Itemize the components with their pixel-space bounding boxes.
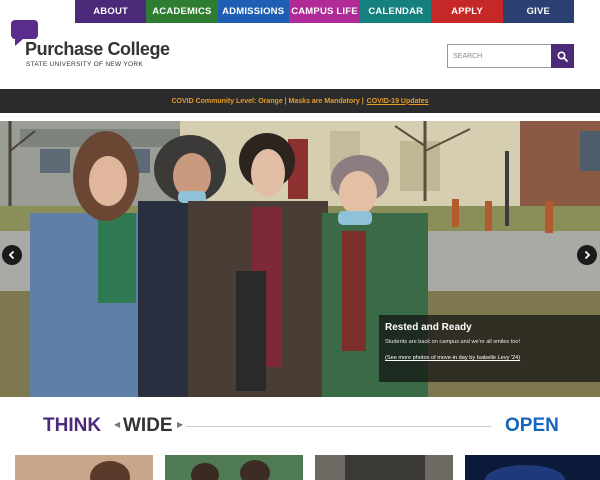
nav-campus-life[interactable]: CAMPUS LIFE xyxy=(288,0,361,23)
nav-apply[interactable]: APPLY xyxy=(431,0,503,23)
search-box xyxy=(447,44,574,68)
college-name: Purchase College xyxy=(25,39,170,59)
search-input[interactable] xyxy=(447,44,551,68)
nav-calendar[interactable]: CALENDAR xyxy=(360,0,432,23)
slide-caption-text: Students are back on campus and we're al… xyxy=(385,339,521,345)
slide-caption: Rested and Ready Students are back on ca… xyxy=(379,315,600,382)
tagline-left-arrow-icon: ◀ xyxy=(114,420,121,429)
chevron-left-icon xyxy=(8,250,15,260)
slideshow-prev-button[interactable] xyxy=(2,245,22,265)
search-button[interactable] xyxy=(551,44,574,68)
covid-alert-bar: COVID Community Level: Orange | Masks ar… xyxy=(0,89,600,113)
tagline-right-arrow-icon: ▶ xyxy=(177,420,184,429)
feature-thumbnail[interactable] xyxy=(15,455,153,480)
thumbnail-photo xyxy=(191,460,270,480)
tagline-wide: WIDE xyxy=(123,415,173,436)
college-logo[interactable]: Purchase College STATE UNIVERSITY OF NEW… xyxy=(11,20,181,72)
feature-thumbnail[interactable] xyxy=(465,455,600,480)
search-icon xyxy=(557,50,568,62)
thumbnail-photo xyxy=(485,465,565,480)
thumbnail-photo xyxy=(345,455,425,480)
chevron-right-icon xyxy=(584,250,591,260)
feature-thumbnails xyxy=(0,455,600,480)
slide-caption-title: Rested and Ready xyxy=(385,322,472,333)
think-wide-open-tagline: THINK ◀ WIDE ▶ OPEN xyxy=(0,412,600,440)
feature-thumbnail[interactable] xyxy=(315,455,453,480)
nav-admissions[interactable]: ADMISSIONS xyxy=(217,0,289,23)
tagline-open: OPEN xyxy=(505,415,559,436)
slideshow-next-button[interactable] xyxy=(577,245,597,265)
nav-give[interactable]: GIVE xyxy=(502,0,574,23)
college-subtitle: STATE UNIVERSITY OF NEW YORK xyxy=(26,61,143,68)
covid-alert-text: COVID Community Level: Orange | Masks ar… xyxy=(171,97,364,105)
thumbnail-photo xyxy=(90,461,130,480)
tagline-divider xyxy=(186,426,491,427)
slide-caption-link[interactable]: (See more photos of move-in day by Isabe… xyxy=(385,355,520,361)
covid-updates-link[interactable]: COVID-19 Updates xyxy=(367,98,429,105)
tagline-think: THINK xyxy=(43,415,102,436)
feature-thumbnail[interactable] xyxy=(165,455,303,480)
